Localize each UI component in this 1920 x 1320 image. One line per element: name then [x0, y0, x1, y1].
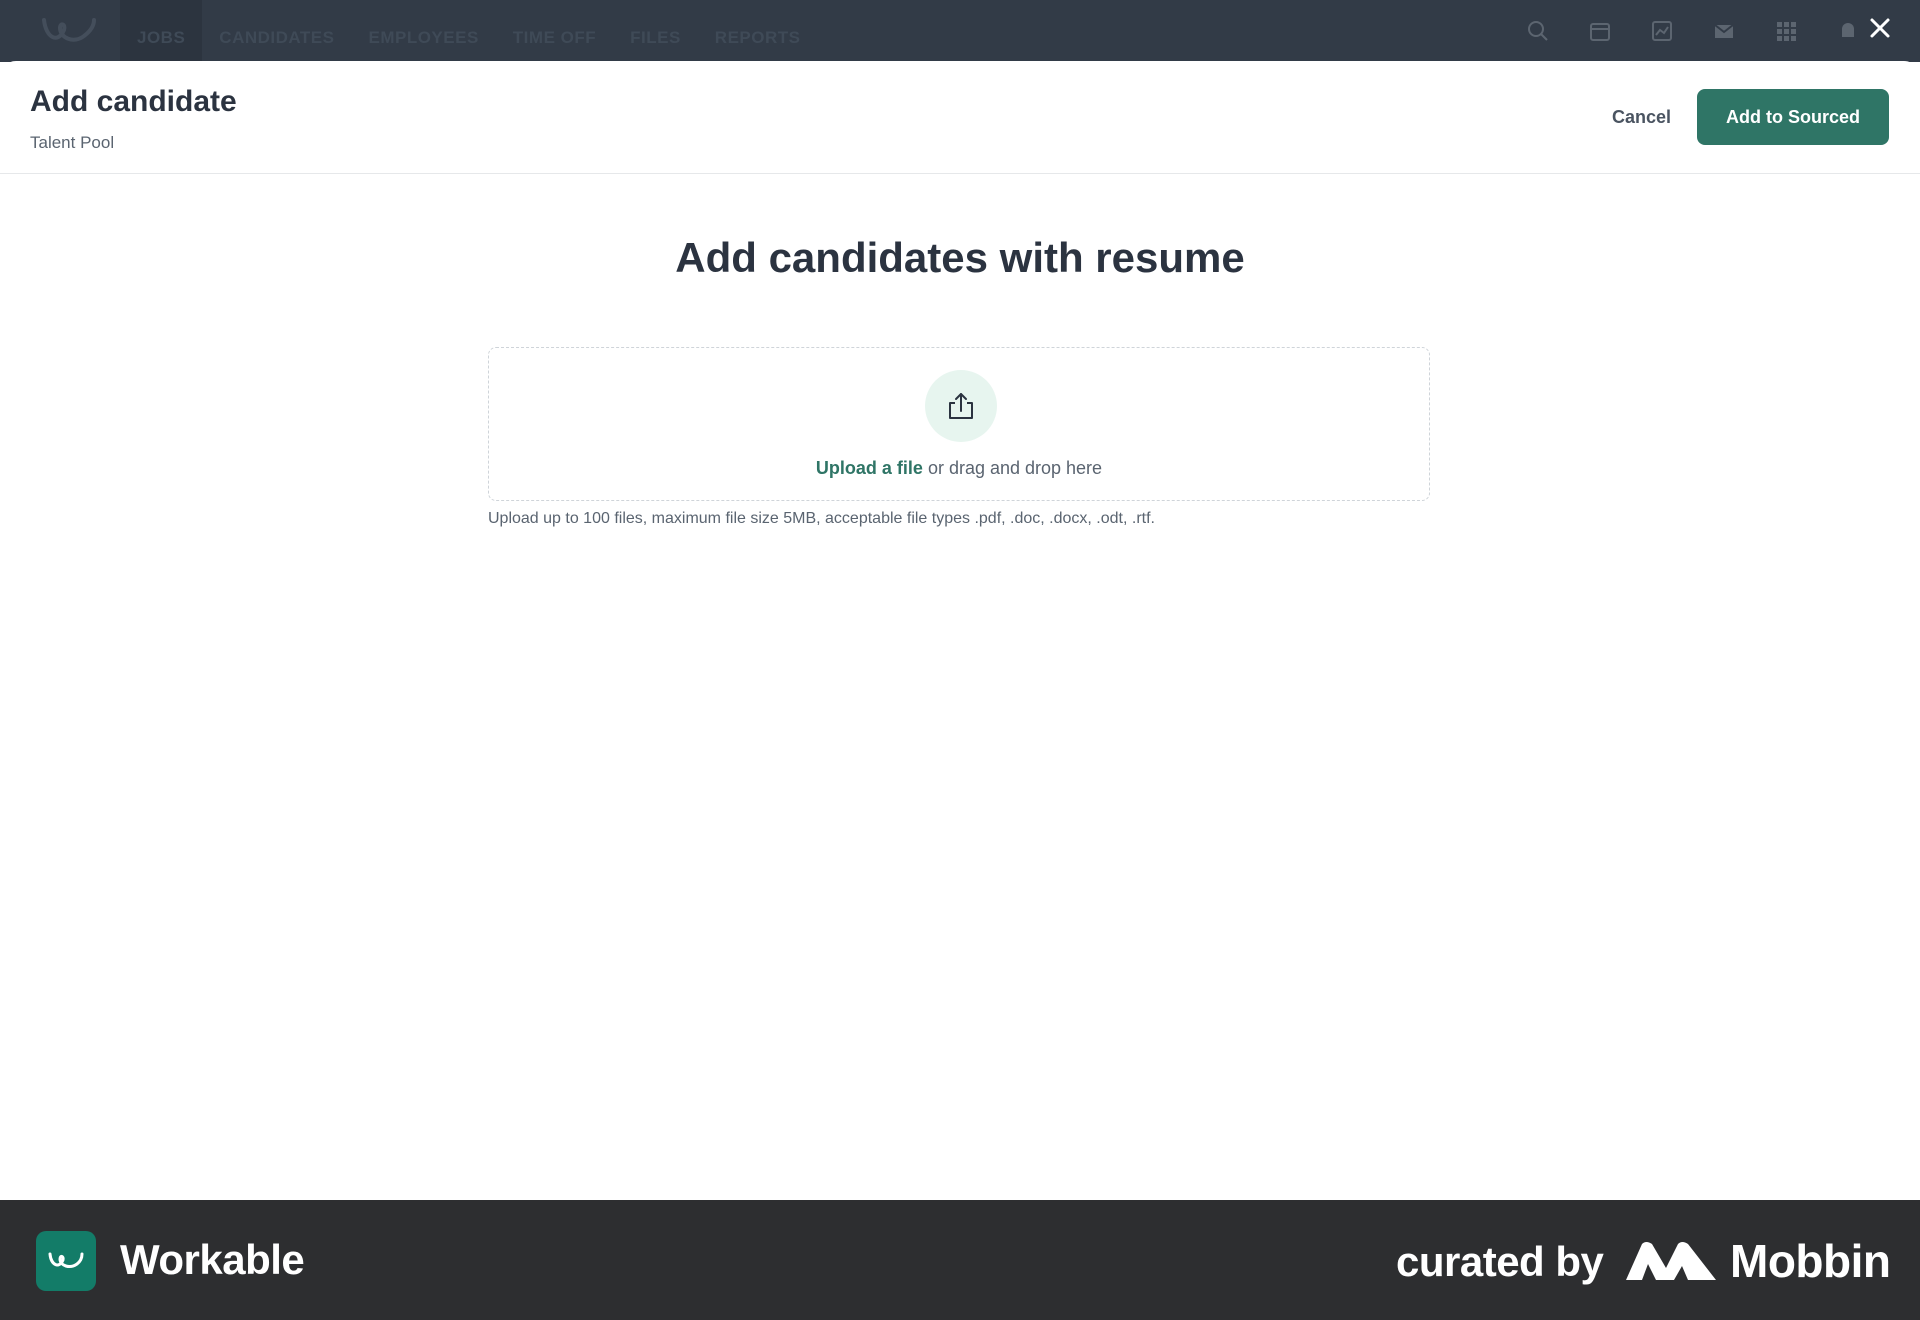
dropzone-text: Upload a file or drag and drop here — [489, 458, 1429, 479]
brand-name: Workable — [120, 1236, 305, 1283]
upload-heading: Add candidates with resume — [675, 234, 1245, 281]
footer-bar: Workable curated by Mobbin — [0, 1200, 1920, 1320]
notification-icon[interactable] — [1836, 19, 1860, 43]
nav-item-files[interactable]: FILES — [613, 0, 698, 62]
upload-help-text: Upload up to 100 files, maximum file siz… — [488, 510, 1155, 527]
add-candidate-modal: Add candidate Talent Pool Cancel Add to … — [0, 61, 1920, 1200]
workable-logo-icon — [42, 18, 96, 42]
upload-icon-circle — [925, 370, 997, 442]
nav-items: JOBS CANDIDATES EMPLOYEES TIME OFF FILES… — [120, 0, 817, 62]
chart-icon[interactable] — [1650, 19, 1674, 43]
search-icon[interactable] — [1526, 19, 1550, 43]
nav-item-time-off[interactable]: TIME OFF — [496, 0, 613, 62]
calendar-icon[interactable] — [1588, 19, 1612, 43]
modal-header: Add candidate Talent Pool Cancel Add to … — [0, 61, 1920, 174]
nav-item-jobs[interactable]: JOBS — [120, 0, 203, 62]
nav-icons — [1526, 0, 1860, 62]
mobbin-name: Mobbin — [1730, 1235, 1891, 1287]
apps-grid-icon[interactable] — [1774, 19, 1798, 43]
resume-dropzone[interactable]: Upload a file or drag and drop here — [488, 347, 1430, 501]
modal-title: Add candidate — [30, 85, 237, 118]
upload-file-link[interactable]: Upload a file — [816, 458, 923, 478]
curated-by-text: curated by — [1396, 1238, 1604, 1285]
mail-icon[interactable] — [1712, 19, 1736, 43]
nav-item-candidates[interactable]: CANDIDATES — [202, 0, 351, 62]
modal-subtitle: Talent Pool — [30, 133, 115, 152]
mobbin-logo-icon — [1626, 1242, 1716, 1280]
upload-icon — [949, 393, 973, 419]
workable-badge-icon — [36, 1231, 96, 1291]
add-to-sourced-button[interactable]: Add to Sourced — [1697, 89, 1889, 145]
cancel-button[interactable]: Cancel — [1612, 89, 1671, 145]
nav-item-reports[interactable]: REPORTS — [698, 0, 818, 62]
close-icon[interactable] — [1866, 14, 1894, 42]
nav-item-employees[interactable]: EMPLOYEES — [351, 0, 495, 62]
top-nav: JOBS CANDIDATES EMPLOYEES TIME OFF FILES… — [0, 0, 1920, 62]
drag-drop-text: or drag and drop here — [922, 458, 1103, 478]
